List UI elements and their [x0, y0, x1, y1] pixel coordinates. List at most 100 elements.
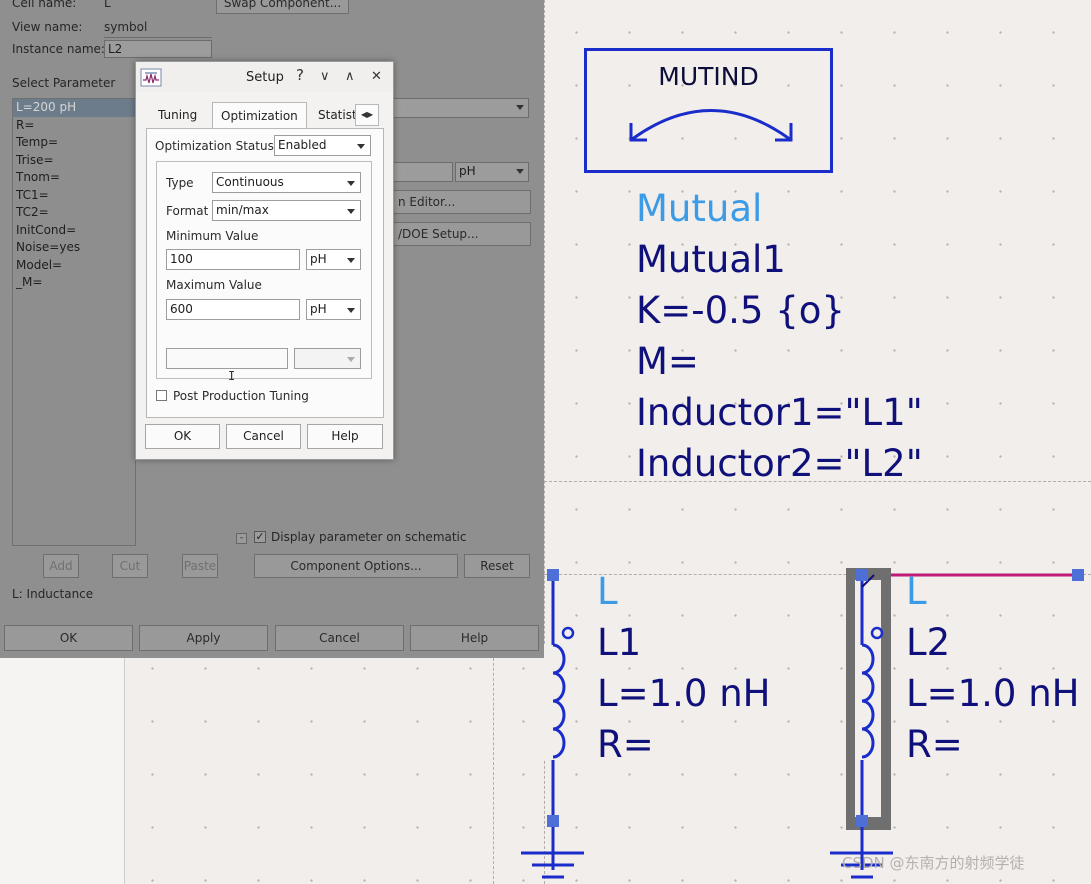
parameter-item[interactable]: Model= [13, 257, 135, 275]
optimization-status-dropdown[interactable]: Enabled [274, 135, 371, 156]
parameter-item[interactable]: Tnom= [13, 169, 135, 187]
chevron-down-icon [516, 169, 524, 174]
l2-resistance-param: R= [906, 723, 963, 766]
help-button[interactable]: Help [410, 625, 539, 651]
parameter-item[interactable]: TC1= [13, 187, 135, 205]
close-icon[interactable]: ✕ [371, 70, 382, 83]
equation-editor-button[interactable]: n Editor... [393, 190, 531, 214]
parameter-item[interactable]: _M= [13, 274, 135, 292]
pin [547, 815, 559, 827]
doe-setup-button[interactable]: /DOE Setup... [393, 222, 531, 246]
format-value: min/max [216, 203, 269, 217]
cell-name-value: L [104, 0, 111, 10]
maximum-value-input[interactable]: 600 [166, 299, 300, 320]
chevron-down-icon [347, 258, 355, 263]
optimization-status-value: Enabled [278, 138, 327, 152]
type-label: Type [166, 176, 194, 190]
chevron-right-icon[interactable]: ▶ [367, 110, 373, 119]
collapse-toggle-icon[interactable]: - [236, 533, 247, 544]
format-dropdown[interactable]: min/max [212, 200, 361, 221]
paste-button[interactable]: Paste [182, 554, 218, 578]
extra-value-input[interactable] [166, 348, 288, 369]
setup-help-button[interactable]: Help [307, 424, 383, 449]
l2-type-label: L [906, 570, 927, 613]
chevron-down-icon [357, 144, 365, 149]
pin [1072, 569, 1084, 581]
parameter-list[interactable]: L=200 pH R= Temp= Trise= Tnom= TC1= TC2=… [12, 98, 136, 546]
instance-name-label: Instance name: [12, 42, 105, 56]
parameter-item[interactable]: Noise=yes [13, 239, 135, 257]
l2-instance-name: L2 [906, 621, 951, 664]
watermark: CSDN @东南方的射频学徒 [842, 854, 1025, 872]
optimization-status-label: Optimization Status [155, 139, 274, 153]
tab-scroll-arrows[interactable]: ◀▶ [355, 104, 379, 126]
setup-dialog: Setup ? ∨ ∧ ✕ Tuning Optimization Statis… [135, 61, 394, 460]
setup-dialog-title: Setup [246, 70, 284, 85]
text-cursor-icon: I [228, 369, 236, 383]
type-dropdown[interactable]: Continuous [212, 172, 361, 193]
parameter-description: L: Inductance [12, 587, 94, 601]
unit-dropdown-value: pH [459, 164, 476, 178]
maximum-value-label: Maximum Value [166, 278, 262, 292]
maximum-unit-value: pH [310, 302, 327, 316]
ok-button[interactable]: OK [4, 625, 133, 651]
view-name-label: View name: [12, 20, 83, 34]
display-parameter-label: Display parameter on schematic [271, 530, 467, 544]
l1-resistance-param: R= [597, 723, 654, 766]
tab-optimization[interactable]: Optimization [212, 102, 307, 128]
reset-button[interactable]: Reset [464, 554, 530, 578]
app-icon [140, 68, 162, 87]
parameter-value-field[interactable] [393, 162, 453, 182]
minimum-unit-dropdown[interactable]: pH [306, 249, 361, 270]
l1-type-label: L [597, 570, 618, 613]
parameter-value-dropdown[interactable] [393, 98, 529, 118]
chevron-down-icon [516, 105, 524, 110]
post-production-label: Post Production Tuning [173, 389, 309, 403]
unit-dropdown[interactable]: pH [455, 162, 529, 182]
maximum-unit-dropdown[interactable]: pH [306, 299, 361, 320]
chevron-down-icon [347, 209, 355, 214]
tab-tuning[interactable]: Tuning [154, 102, 201, 128]
apply-button[interactable]: Apply [139, 625, 268, 651]
swap-component-button[interactable]: Swap Component... [216, 0, 349, 14]
post-production-checkbox[interactable] [156, 390, 167, 401]
pin [547, 569, 559, 581]
parameter-item[interactable]: R= [13, 117, 135, 135]
cut-button[interactable]: Cut [112, 554, 148, 578]
pin [856, 569, 868, 581]
l1-instance-name: L1 [597, 621, 642, 664]
cell-name-label: Cell name: [12, 0, 77, 10]
chevron-down-icon [347, 308, 355, 313]
view-name-underline [104, 37, 212, 38]
extra-unit-dropdown[interactable] [294, 348, 361, 369]
minimize-icon[interactable]: ∨ [320, 70, 330, 83]
minimum-value-input[interactable]: 100 [166, 249, 300, 270]
setup-ok-button[interactable]: OK [145, 424, 220, 449]
help-icon[interactable]: ? [296, 68, 304, 83]
tab-statistics[interactable]: Statist [314, 102, 361, 128]
chevron-down-icon [347, 357, 355, 362]
chevron-down-icon [347, 181, 355, 186]
select-parameter-label: Select Parameter [12, 76, 116, 90]
left-panel-strip [0, 658, 125, 884]
parameter-item[interactable]: InitCond= [13, 222, 135, 240]
format-label: Format [166, 204, 209, 218]
type-value: Continuous [216, 175, 284, 189]
add-button[interactable]: Add [43, 554, 79, 578]
instance-name-field[interactable]: L2 [104, 40, 212, 58]
component-options-button[interactable]: Component Options... [254, 554, 458, 578]
minimum-unit-value: pH [310, 252, 327, 266]
setup-cancel-button[interactable]: Cancel [226, 424, 301, 449]
cancel-button[interactable]: Cancel [275, 625, 404, 651]
parameter-item[interactable]: L=200 pH [13, 99, 135, 117]
pin [856, 815, 868, 827]
l1-inductance-param: L=1.0 nH [597, 672, 771, 715]
l2-inductance-param: L=1.0 nH [906, 672, 1080, 715]
parameter-item[interactable]: Temp= [13, 134, 135, 152]
maximize-icon[interactable]: ∧ [345, 70, 355, 83]
setup-titlebar[interactable]: Setup ? ∨ ∧ ✕ [136, 62, 393, 92]
parameter-item[interactable]: TC2= [13, 204, 135, 222]
parameter-item[interactable]: Trise= [13, 152, 135, 170]
display-parameter-checkbox[interactable]: ✓ [254, 531, 266, 543]
minimum-value-label: Minimum Value [166, 229, 259, 243]
